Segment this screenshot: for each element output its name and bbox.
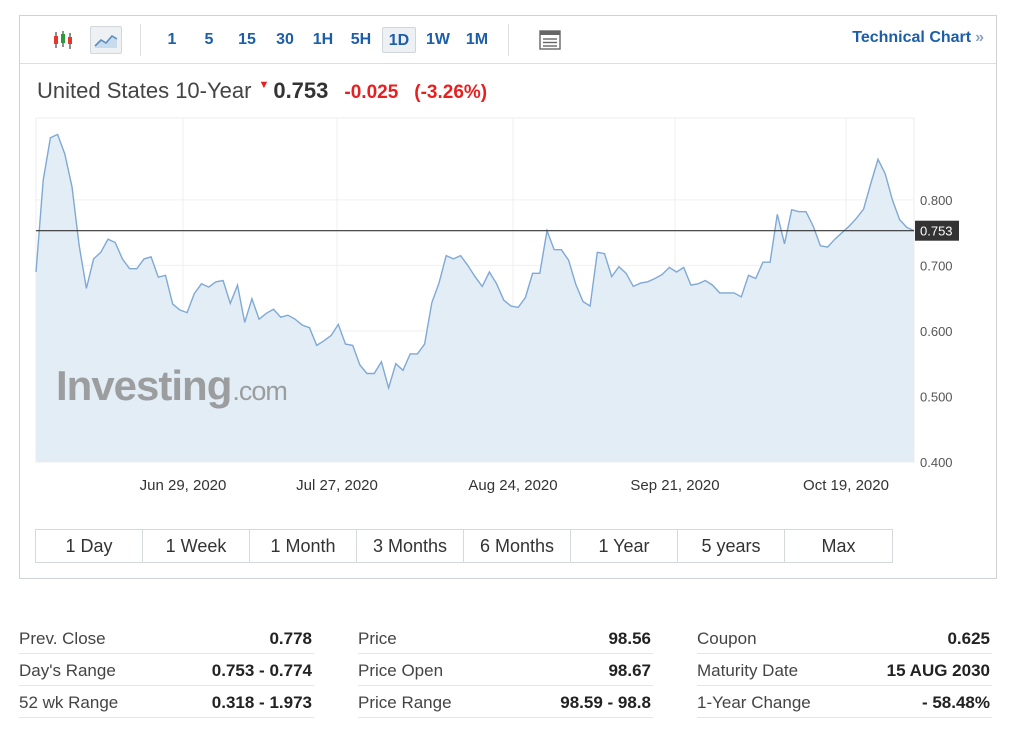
stat-row: Maturity Date 15 AUG 2030: [697, 654, 992, 686]
table-view-icon[interactable]: [534, 26, 566, 54]
price-chart[interactable]: 0.400 0.500 0.600 0.700 0.800 Jun 29, 2020 Ju…: [20, 64, 996, 520]
stat-label: 1-Year Change: [697, 693, 811, 712]
area-chart-icon[interactable]: [90, 26, 122, 54]
stat-label: 52 wk Range: [19, 693, 119, 712]
timeframe-15[interactable]: 15: [233, 27, 261, 53]
range-button-1-year[interactable]: 1 Year: [571, 530, 678, 562]
range-button-3-months[interactable]: 3 Months: [357, 530, 464, 562]
timeframe-30[interactable]: 30: [271, 27, 299, 53]
stat-value: 0.318 - 1.973: [211, 693, 312, 712]
current-price-label-text: 0.753: [920, 224, 953, 239]
stat-label: Coupon: [697, 629, 757, 648]
y-tick-label: 0.700: [920, 258, 953, 273]
x-tick-label: Oct 19, 2020: [803, 477, 889, 494]
toolbar-divider: [508, 24, 509, 56]
x-tick-label: Jul 27, 2020: [296, 477, 378, 494]
stat-value: 98.67: [608, 661, 651, 680]
current-price-label: 0.753: [915, 220, 959, 241]
stat-label: Maturity Date: [697, 661, 799, 680]
x-tick-label: Jun 29, 2020: [140, 477, 227, 494]
range-button-1-month[interactable]: 1 Month: [250, 530, 357, 562]
timeframe-1m[interactable]: 1M: [460, 27, 494, 53]
x-tick-label: Sep 21, 2020: [630, 477, 719, 494]
x-tick-label: Aug 24, 2020: [468, 477, 557, 494]
toolbar-divider: [140, 24, 141, 56]
y-tick-label: 0.800: [920, 193, 953, 208]
stat-label: Prev. Close: [19, 629, 106, 648]
range-button-1-week[interactable]: 1 Week: [143, 530, 250, 562]
y-tick-label: 0.500: [920, 389, 953, 404]
technical-chart-label: Technical Chart: [852, 29, 972, 46]
stat-row: Price Range 98.59 - 98.8: [358, 686, 653, 718]
range-selector: 1 Day 1 Week 1 Month 3 Months 6 Months 1 Year…: [35, 529, 893, 563]
stat-value: 0.625: [947, 629, 990, 648]
stat-row: Price Open 98.67: [358, 654, 653, 686]
timeframe-1w[interactable]: 1W: [421, 27, 455, 53]
chart-toolbar: 1 5 15 30 1H 5H 1D 1W 1M Technical Chart…: [20, 16, 996, 64]
timeframe-1h[interactable]: 1H: [308, 27, 338, 53]
stat-value: 0.778: [269, 629, 312, 648]
y-tick-label: 0.400: [920, 455, 953, 470]
timeframe-1d[interactable]: 1D: [382, 27, 416, 53]
stat-row: 1-Year Change - 58.48%: [697, 686, 992, 718]
stat-row: Price 98.56: [358, 622, 653, 654]
range-button-max[interactable]: Max: [785, 530, 892, 562]
stat-label: Price Open: [358, 661, 444, 680]
range-button-1-day[interactable]: 1 Day: [36, 530, 143, 562]
stat-value: 98.59 - 98.8: [560, 693, 651, 712]
stat-row: 52 wk Range 0.318 - 1.973: [19, 686, 314, 718]
stat-label: Day's Range: [19, 661, 116, 680]
stat-label: Price Range: [358, 693, 452, 712]
range-button-6-months[interactable]: 6 Months: [464, 530, 571, 562]
technical-chart-link[interactable]: Technical Chart»: [852, 29, 984, 47]
candlestick-icon[interactable]: [48, 26, 80, 54]
stat-value: 98.56: [608, 629, 651, 648]
double-chevron-right-icon: »: [975, 29, 984, 46]
stat-label: Price: [358, 629, 397, 648]
timeframe-5[interactable]: 5: [198, 27, 220, 53]
stat-value: 0.753 - 0.774: [211, 661, 312, 680]
stat-row: Prev. Close 0.778: [19, 622, 314, 654]
timeframe-5h[interactable]: 5H: [346, 27, 376, 53]
stat-value: - 58.48%: [921, 693, 990, 712]
stat-row: Day's Range 0.753 - 0.774: [19, 654, 314, 686]
chart-widget: 1 5 15 30 1H 5H 1D 1W 1M Technical Chart…: [19, 15, 997, 579]
y-tick-label: 0.600: [920, 324, 953, 339]
timeframe-1[interactable]: 1: [161, 27, 183, 53]
stat-row: Coupon 0.625: [697, 622, 992, 654]
range-button-5-years[interactable]: 5 years: [678, 530, 785, 562]
stat-value: 15 AUG 2030: [886, 661, 990, 680]
